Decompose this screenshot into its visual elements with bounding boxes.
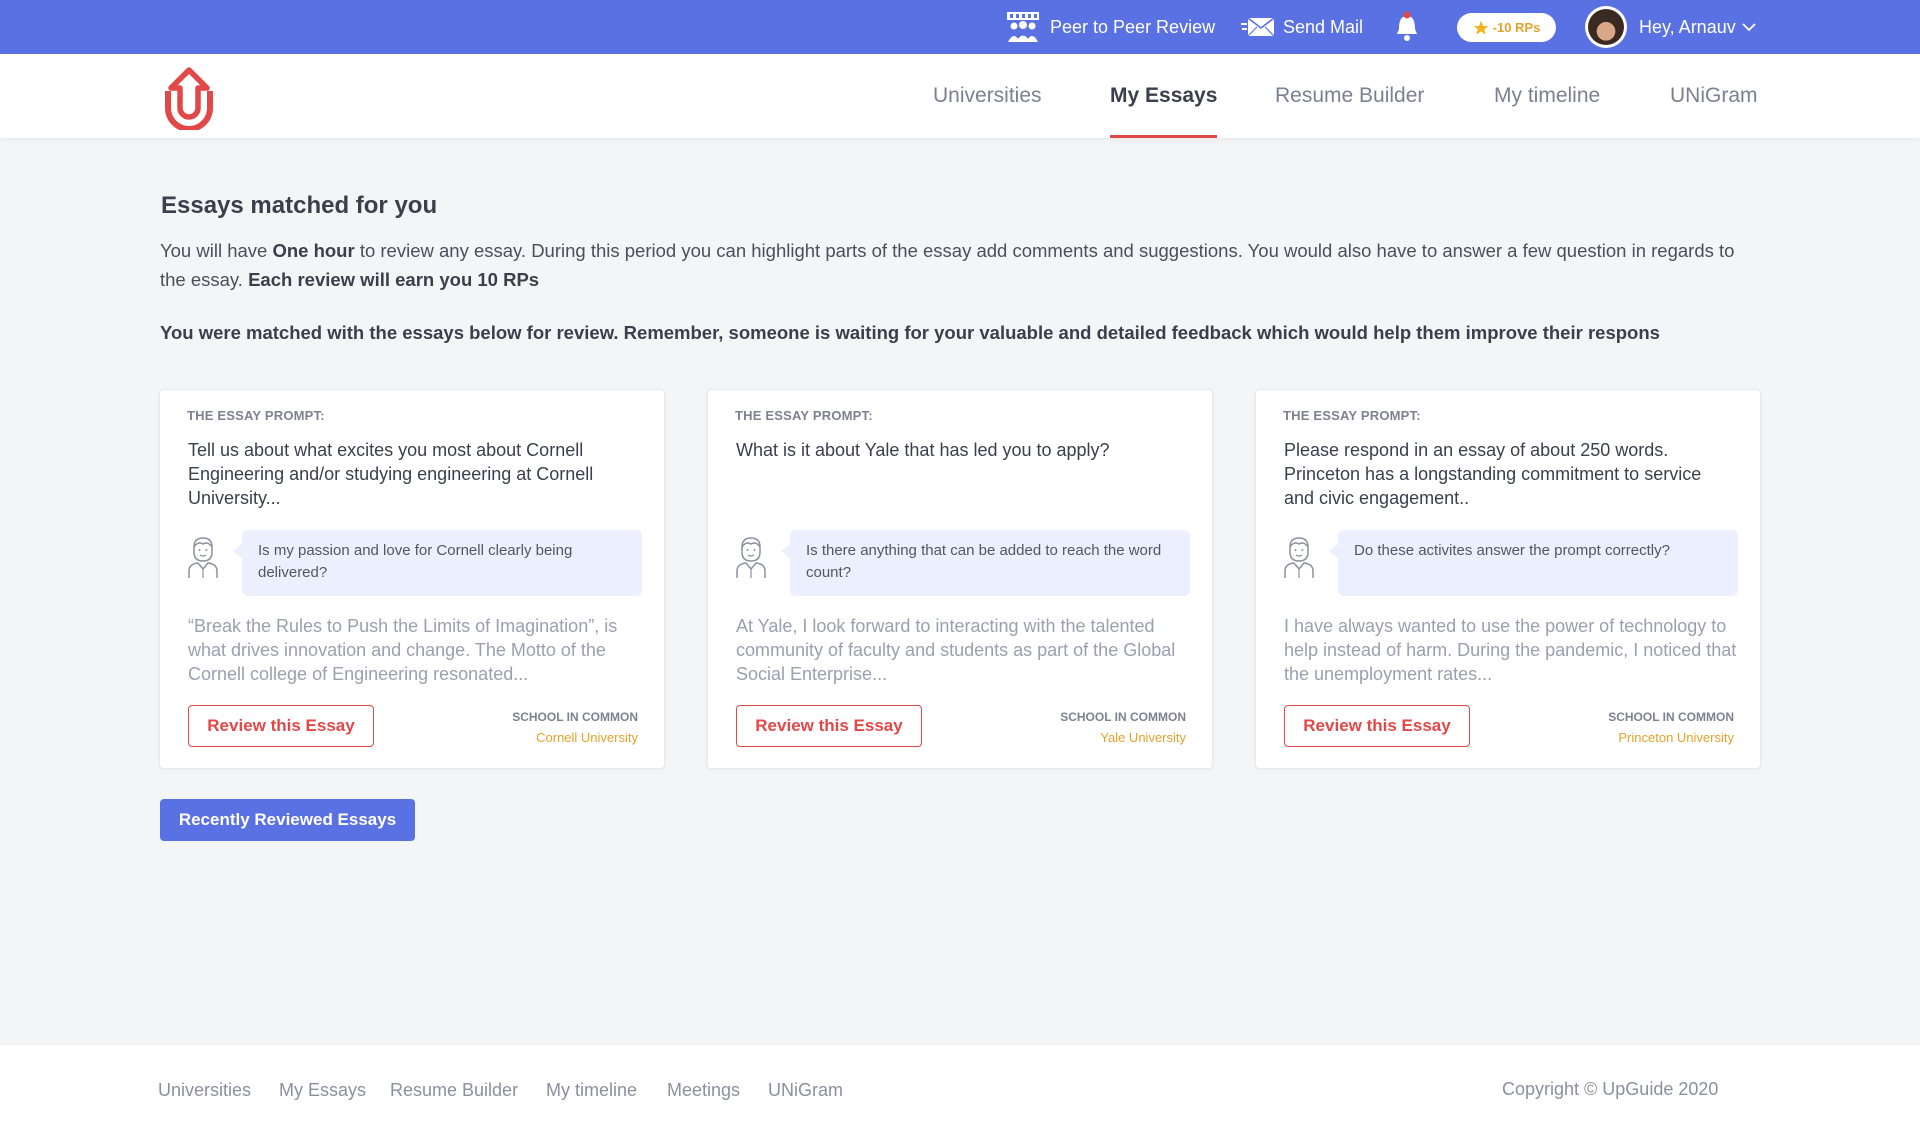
nav-unigram[interactable]: UNiGram [1670, 54, 1758, 138]
author-question: Is there anything that can be added to r… [781, 530, 1190, 596]
peer-review-icon [1007, 12, 1039, 42]
upguide-logo[interactable] [162, 62, 216, 130]
intro-text: You will have One hour to review any ess… [160, 236, 1760, 294]
school-in-common: SCHOOL IN COMMON Princeton University [1608, 710, 1734, 745]
essay-prompt: What is it about Yale that has led you t… [736, 440, 1110, 460]
essay-excerpt: “Break the Rules to Push the Limits of I… [188, 616, 618, 684]
school-in-common-label: SCHOOL IN COMMON [512, 710, 638, 724]
footer-link-universities[interactable]: Universities [158, 1080, 251, 1101]
footer-link-resume-builder[interactable]: Resume Builder [390, 1080, 518, 1101]
student-icon [1284, 537, 1314, 578]
footer-link-meetings[interactable]: Meetings [667, 1080, 740, 1101]
chevron-down-icon [1742, 23, 1756, 32]
essay-prompt: Tell us about what excites you most abou… [188, 440, 594, 508]
intro-earn-rps: Each review will earn you 10 RPs [248, 269, 540, 290]
intro-one-hour: One hour [272, 240, 355, 261]
footer: Universities My Essays Resume Builder My… [0, 1044, 1920, 1127]
school-in-common: SCHOOL IN COMMON Yale University [1060, 710, 1186, 745]
peer-review-link[interactable]: Peer to Peer Review [1006, 0, 1215, 54]
author-question: Do these activites answer the prompt cor… [1329, 530, 1738, 596]
essay-card-cornell: THE ESSAY PROMPT: Tell us about what exc… [159, 389, 665, 769]
avatar[interactable] [1585, 6, 1627, 48]
essay-card-princeton: THE ESSAY PROMPT: Please respond in an e… [1255, 389, 1761, 769]
star-icon [1473, 20, 1488, 35]
matched-notice: You were matched with the essays below f… [160, 322, 1660, 343]
intro-text-part: You will have [160, 240, 273, 261]
mail-icon [1241, 17, 1275, 37]
top-bar: Peer to Peer Review Send Mail -10 RPs He… [0, 0, 1920, 54]
peer-review-label: Peer to Peer Review [1050, 16, 1216, 37]
school-in-common: SCHOOL IN COMMON Cornell University [512, 710, 638, 745]
rp-badge[interactable]: -10 RPs [1457, 13, 1556, 42]
main-nav: Universities My Essays Resume Builder My… [0, 54, 1920, 138]
school-name: Cornell University [536, 730, 638, 745]
rp-badge-label: -10 RPs [1492, 20, 1541, 35]
school-in-common-label: SCHOOL IN COMMON [1060, 710, 1186, 724]
student-icon [188, 537, 218, 578]
footer-link-my-essays[interactable]: My Essays [279, 1080, 366, 1101]
nav-my-timeline[interactable]: My timeline [1494, 54, 1600, 138]
recently-reviewed-button[interactable]: Recently Reviewed Essays [160, 799, 415, 841]
avatar-image [1588, 9, 1624, 45]
bell-icon [1397, 11, 1417, 41]
school-name: Princeton University [1618, 730, 1734, 745]
nav-my-essays[interactable]: My Essays [1110, 54, 1218, 138]
school-name: Yale University [1100, 730, 1186, 745]
prompt-label: THE ESSAY PROMPT: [187, 408, 325, 423]
footer-link-my-timeline[interactable]: My timeline [546, 1080, 637, 1101]
review-essay-button[interactable]: Review this Essay [1284, 705, 1470, 747]
essay-card-yale: THE ESSAY PROMPT: What is it about Yale … [707, 389, 1213, 769]
prompt-label: THE ESSAY PROMPT: [1283, 408, 1421, 423]
student-icon [736, 537, 766, 578]
notifications-button[interactable] [1394, 0, 1420, 54]
nav-universities[interactable]: Universities [933, 54, 1042, 138]
author-question: Is my passion and love for Cornell clear… [233, 530, 642, 596]
prompt-label: THE ESSAY PROMPT: [735, 408, 873, 423]
user-greeting: Hey, Arnauv [1639, 16, 1736, 37]
review-essay-button[interactable]: Review this Essay [188, 705, 374, 747]
footer-link-unigram[interactable]: UNiGram [768, 1080, 843, 1101]
essay-excerpt: At Yale, I look forward to interacting w… [736, 616, 1176, 684]
send-mail-label: Send Mail [1283, 16, 1364, 37]
school-in-common-label: SCHOOL IN COMMON [1608, 710, 1734, 724]
review-essay-button[interactable]: Review this Essay [736, 705, 922, 747]
page-title: Essays matched for you [161, 192, 438, 219]
user-menu[interactable]: Hey, Arnauv [1639, 0, 1756, 54]
copyright: Copyright © UpGuide 2020 [1502, 1079, 1719, 1099]
send-mail-link[interactable]: Send Mail [1241, 0, 1363, 54]
essay-excerpt: I have always wanted to use the power of… [1284, 616, 1737, 684]
nav-resume-builder[interactable]: Resume Builder [1275, 54, 1424, 138]
essay-prompt: Please respond in an essay of about 250 … [1284, 440, 1702, 508]
